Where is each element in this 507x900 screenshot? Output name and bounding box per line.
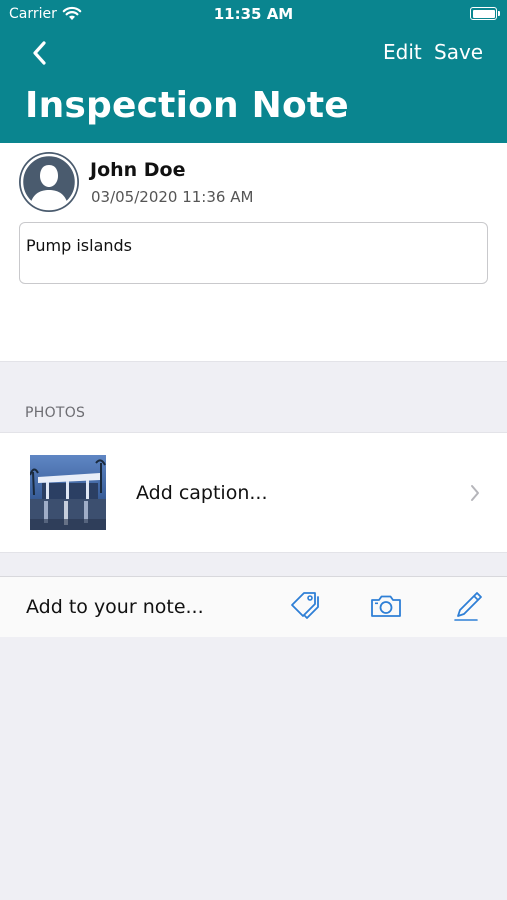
photo-caption-input[interactable]: Add caption... bbox=[136, 482, 268, 504]
status-bar: Carrier 11:35 AM bbox=[0, 0, 507, 28]
photo-thumbnail[interactable] bbox=[30, 455, 106, 530]
edit-button[interactable]: Edit bbox=[383, 40, 422, 64]
photos-section-label: PHOTOS bbox=[25, 405, 86, 421]
battery-icon bbox=[470, 7, 500, 20]
note-author: John Doe bbox=[90, 159, 186, 181]
back-chevron-icon[interactable] bbox=[28, 38, 52, 68]
status-time: 11:35 AM bbox=[213, 5, 294, 23]
page-title: Inspection Note bbox=[25, 85, 349, 126]
note-timestamp: 03/05/2020 11:36 AM bbox=[91, 188, 254, 206]
save-button[interactable]: Save bbox=[434, 40, 483, 64]
nav-header: Carrier 11:35 AM Edit Save Inspection No… bbox=[0, 0, 507, 143]
add-to-note-button[interactable]: Add to your note... bbox=[26, 596, 204, 618]
chevron-right-icon bbox=[471, 485, 479, 501]
tag-icon[interactable] bbox=[288, 589, 322, 623]
camera-icon[interactable] bbox=[369, 589, 403, 623]
pen-icon[interactable] bbox=[451, 589, 485, 623]
avatar-icon bbox=[19, 152, 79, 212]
note-text: Pump islands bbox=[26, 236, 132, 255]
